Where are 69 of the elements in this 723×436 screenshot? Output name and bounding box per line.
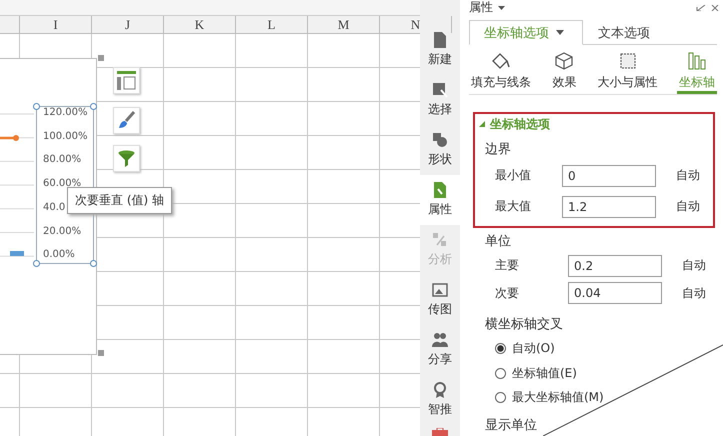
analysis-icon [432,232,448,248]
column-header[interactable]: L [236,16,308,33]
input-field[interactable]: 0 [562,164,656,187]
radio-button[interactable] [495,343,506,354]
restore-icon[interactable] [696,4,706,10]
resize-handle[interactable] [98,55,104,61]
brush-icon [117,111,136,130]
document-icon [432,32,448,48]
field-label: 最大值 [494,198,532,216]
tab[interactable]: 文本选项 [583,20,669,46]
chart-elements-button[interactable] [113,67,140,94]
layout-icon [117,71,136,90]
axis-label: 80.00% [43,154,82,166]
sidebar-item[interactable]: 选择 [420,75,460,125]
auto-button[interactable]: 自动 [676,198,700,216]
chart-style-button[interactable] [113,107,140,134]
group-title: 横坐标轴交叉 [485,316,564,333]
group-title: 单位 [485,233,512,250]
input-field[interactable]: 0.04 [568,282,662,304]
properties-icon [432,182,448,198]
sub-tab[interactable]: 大小与属性 [596,51,660,94]
filter-icon [117,149,136,168]
caret-icon [556,30,564,36]
axis-label: 0.00% [43,249,75,262]
radio-button[interactable] [495,368,506,379]
sidebar-item[interactable]: 属性 [420,175,460,225]
sidebar-item[interactable]: 形状 [420,125,460,175]
picture-icon [432,282,448,298]
resize-handle[interactable] [98,350,104,356]
sidebar-item[interactable]: 分享 [420,325,460,375]
column-header[interactable]: M [308,16,380,33]
field-label: 次要 [494,284,520,302]
shapes-icon [432,132,448,148]
axis-label: 20.00% [43,226,82,238]
people-icon [432,332,448,348]
bar-chart-icon [686,51,708,72]
column-header[interactable]: I [20,16,92,33]
radio-option[interactable]: 最大坐标轴值(M) [469,386,723,410]
sub-tab[interactable]: 填充与线条 [469,51,533,94]
cube-icon [553,51,576,72]
sidebar-item[interactable]: 传图 [420,275,460,325]
group-title: 边界 [485,141,512,158]
column-header[interactable]: K [164,16,236,33]
column-header[interactable]: J [92,16,164,33]
radio-option[interactable]: 自动(O) [469,336,723,362]
radio-button[interactable] [495,392,506,404]
field-label: 最小值 [494,167,532,184]
auto-button[interactable]: 自动 [682,284,706,302]
axis-label: 120.00% [43,107,88,119]
field-label: 主要 [494,257,520,274]
panel-title[interactable]: 属性 [469,0,493,16]
sub-tab[interactable]: 效果 [550,51,578,94]
input-field[interactable]: 0.2 [568,254,662,277]
auto-button[interactable]: 自动 [676,167,700,184]
group-title: 显示单位 [485,416,538,434]
sidebar-item[interactable]: 智推 [420,375,460,425]
tooltip: 次要垂直 (值) 轴 [67,187,172,214]
filter-button[interactable] [113,145,140,172]
auto-button[interactable]: 自动 [682,257,706,274]
expand-icon[interactable] [479,121,485,128]
axis-label: 100.00% [43,130,88,143]
paint-bucket-icon [490,51,512,72]
input-field[interactable]: 1.2 [562,196,656,218]
badge-icon [432,382,448,398]
caret-icon[interactable] [498,6,505,10]
toolbox-icon[interactable] [432,428,448,436]
radio-option[interactable]: 坐标轴值(E) [469,361,723,386]
close-icon[interactable] [711,4,719,10]
axis-label: 40.0 [43,202,66,214]
